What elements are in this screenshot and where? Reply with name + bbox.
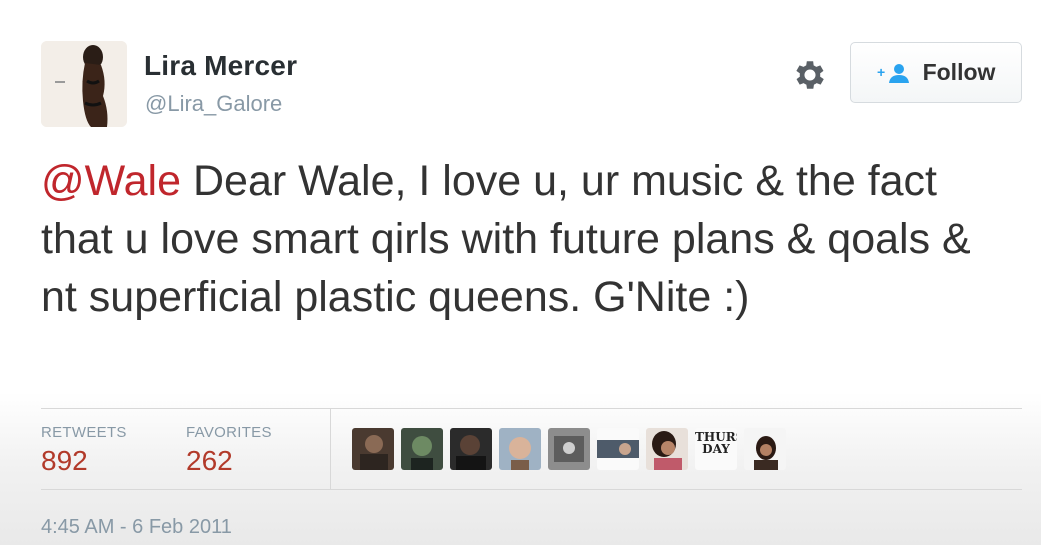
tweet-timestamp[interactable]: 4:45 AM - 6 Feb 2011 <box>41 516 232 539</box>
add-user-icon: + <box>877 63 909 83</box>
author-display-name[interactable]: Lira Mercer <box>144 50 297 82</box>
favoriter-avatar[interactable] <box>744 428 786 470</box>
author-username[interactable]: @Lira_Galore <box>145 91 282 117</box>
gear-icon[interactable] <box>791 56 829 94</box>
follow-button[interactable]: + Follow <box>850 42 1022 103</box>
favorites-label: FAVORITES <box>186 424 272 441</box>
favorites-count[interactable]: 262 <box>186 445 233 477</box>
author-avatar[interactable] <box>41 41 127 127</box>
stats-vertical-divider <box>330 409 331 489</box>
favoriter-avatar[interactable] <box>597 428 639 470</box>
favoriters-list: THURS DAY <box>352 428 786 470</box>
favoriter-avatar-thursday[interactable]: THURS DAY <box>695 428 737 470</box>
favoriter-avatar[interactable] <box>450 428 492 470</box>
retweets-label: RETWEETS <box>41 424 127 441</box>
tweet-text: @Wale Dear Wale, I love u, ur music & th… <box>41 152 1016 326</box>
favoriter-avatar[interactable] <box>646 428 688 470</box>
stats-bottom-divider <box>41 489 1022 490</box>
favoriter-avatar[interactable] <box>401 428 443 470</box>
favoriter-avatar[interactable] <box>352 428 394 470</box>
follow-button-label: Follow <box>922 59 996 85</box>
tweet-body: Dear Wale, I love u, ur music & the fact… <box>41 157 971 321</box>
mention-link[interactable]: @Wale <box>41 157 181 205</box>
svg-text:+: + <box>877 64 885 80</box>
tweet-card: Lira Mercer @Lira_Galore + Follow @Wale … <box>0 0 1041 545</box>
stats-top-divider <box>41 408 1022 409</box>
favoriter-avatar[interactable] <box>499 428 541 470</box>
retweets-count[interactable]: 892 <box>41 445 88 477</box>
favoriter-avatar[interactable] <box>548 428 590 470</box>
